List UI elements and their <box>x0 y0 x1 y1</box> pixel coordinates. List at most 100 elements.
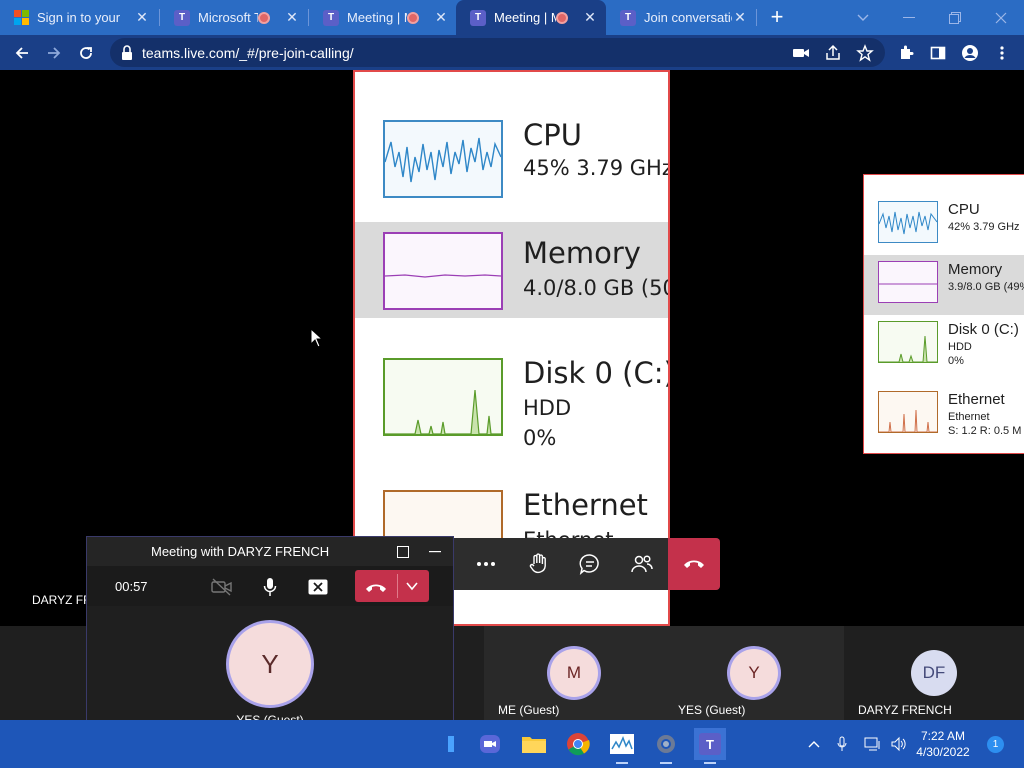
menu-kebab-icon[interactable] <box>988 39 1016 67</box>
recording-icon <box>556 11 568 24</box>
taskbar-clock[interactable]: 7:22 AM 4/30/2022 <box>910 728 976 760</box>
call-timer: 00:57 <box>115 579 148 594</box>
mini-task-manager: CPU 42% 3.79 GHz Memory 3.9/8.0 GB (49%)… <box>863 174 1024 454</box>
tab-sign-in[interactable]: Sign in to your ✕ <box>0 0 158 35</box>
recording-icon <box>258 11 270 24</box>
tab-search-icon[interactable] <box>840 0 886 35</box>
windows-taskbar: T 7:22 AM 4/30/2022 <box>0 720 1024 768</box>
tab-close-icon[interactable]: ✕ <box>582 9 598 26</box>
memory-graph <box>383 232 503 310</box>
tab-close-icon[interactable]: ✕ <box>732 9 748 26</box>
participant-name: YES (Guest) <box>678 703 746 717</box>
cpu-graph <box>383 120 503 198</box>
ethernet-label: Ethernet <box>523 488 648 522</box>
settings-icon[interactable] <box>650 728 682 764</box>
perf-item-disk: Disk 0 (C:) HDD 0% <box>355 348 670 450</box>
tab-meeting-1[interactable]: T Meeting | M ✕ <box>309 0 457 35</box>
participant-name: DARYZ FRENCH <box>858 703 952 717</box>
restore-icon[interactable] <box>932 0 978 35</box>
camera-icon[interactable] <box>792 44 810 62</box>
mini-item-disk: Disk 0 (C:) HDD 0% <box>864 315 1024 375</box>
tab-join-conversation[interactable]: T Join conversatio ✕ <box>606 0 756 35</box>
close-window-icon[interactable] <box>978 0 1024 35</box>
tab-title: Sign in to your <box>37 10 121 25</box>
maximize-icon[interactable] <box>393 542 413 562</box>
mini-item-cpu: CPU 42% 3.79 GHz <box>864 195 1024 255</box>
camera-off-icon[interactable] <box>209 574 235 600</box>
extensions-icon[interactable] <box>892 39 920 67</box>
ethernet-mini-graph <box>878 391 938 433</box>
stop-sharing-icon[interactable] <box>305 574 331 600</box>
teams-icon: T <box>174 9 190 26</box>
leave-call-split-button[interactable] <box>355 570 429 602</box>
taskbar-app-edge-icon[interactable] <box>442 728 460 760</box>
task-manager-icon[interactable] <box>606 728 638 764</box>
chevron-down-icon[interactable] <box>405 579 419 598</box>
perf-item-memory: Memory 4.0/8.0 GB (50%) <box>355 222 668 318</box>
leave-call-button[interactable] <box>668 538 720 590</box>
mini-memory-value: 3.9/8.0 GB (49%) <box>948 281 1024 293</box>
popout-title: Meeting with DARYZ FRENCH <box>151 544 330 559</box>
address-bar[interactable]: teams.live.com/_#/pre-join-calling/ <box>110 38 885 67</box>
teams-icon: T <box>470 9 486 26</box>
participant-tile-me[interactable]: M ME (Guest) <box>484 626 664 720</box>
file-explorer-icon[interactable] <box>518 728 550 760</box>
tab-close-icon[interactable]: ✕ <box>284 9 300 26</box>
minimize-icon[interactable] <box>425 542 445 562</box>
meeting-controls-bar <box>452 538 720 590</box>
url-text: teams.live.com/_#/pre-join-calling/ <box>142 45 354 61</box>
tab-close-icon[interactable]: ✕ <box>433 9 449 26</box>
tray-network-icon[interactable] <box>862 720 884 768</box>
new-tab-button[interactable]: + <box>764 4 790 30</box>
participant-name: ME (Guest) <box>498 703 560 717</box>
forward-icon[interactable] <box>40 39 68 67</box>
memory-label: Memory <box>523 236 641 270</box>
hang-up-icon <box>684 560 704 568</box>
participant-tile-yes[interactable]: Y YES (Guest) <box>664 626 844 720</box>
side-panel-icon[interactable] <box>924 39 952 67</box>
mini-cpu-value: 42% 3.79 GHz <box>948 221 1020 233</box>
popout-avatar: Y <box>229 623 311 705</box>
avatar: Y <box>730 649 778 697</box>
lock-icon[interactable] <box>120 44 138 62</box>
mouse-cursor-icon <box>310 327 324 353</box>
tab-microsoft-teams[interactable]: T Microsoft T ✕ <box>160 0 308 35</box>
avatar: DF <box>911 650 957 696</box>
disk-graph <box>383 358 503 436</box>
microphone-icon[interactable] <box>257 574 283 600</box>
mini-item-ethernet: Ethernet Ethernet S: 1.2 R: 0.5 M <box>864 385 1024 445</box>
tab-title: Meeting | M <box>347 10 407 25</box>
tray-mic-icon[interactable] <box>832 720 852 768</box>
popout-titlebar[interactable]: Meeting with DARYZ FRENCH <box>87 537 453 566</box>
mini-cpu-label: CPU <box>948 201 980 218</box>
chrome-icon[interactable] <box>562 728 594 760</box>
browser-tab-bar: Sign in to your ✕ T Microsoft T ✕ T Meet… <box>0 0 1024 35</box>
zoom-video-icon[interactable] <box>474 728 506 760</box>
raise-hand-icon[interactable] <box>522 548 554 580</box>
tray-overflow-icon[interactable] <box>804 720 824 768</box>
perf-item-cpu: CPU 45% 3.79 GHz <box>355 110 668 206</box>
microsoft-logo-icon <box>14 10 29 25</box>
avatar: M <box>550 649 598 697</box>
disk-mini-graph <box>878 321 938 363</box>
chat-icon[interactable] <box>574 548 606 580</box>
reload-icon[interactable] <box>72 39 100 67</box>
disk-value: 0% <box>523 426 557 450</box>
participants-icon[interactable] <box>626 548 658 580</box>
share-icon[interactable] <box>824 44 842 62</box>
more-options-icon[interactable] <box>470 548 502 580</box>
teams-taskbar-icon[interactable]: T <box>694 728 726 764</box>
bookmark-star-icon[interactable] <box>856 44 874 62</box>
participant-tile-daryz[interactable]: DF DARYZ FRENCH <box>844 626 1024 720</box>
tab-meeting-active[interactable]: T Meeting | M ✕ <box>456 0 606 35</box>
mini-memory-label: Memory <box>948 261 1003 278</box>
tray-volume-icon[interactable] <box>888 720 910 768</box>
disk-label: Disk 0 (C:) <box>523 356 670 390</box>
mini-disk-value: 0% <box>948 355 964 367</box>
profile-icon[interactable] <box>956 39 984 67</box>
notification-badge[interactable]: 1 <box>987 736 1004 753</box>
tab-close-icon[interactable]: ✕ <box>134 9 150 26</box>
minimize-icon[interactable] <box>886 0 932 35</box>
mini-disk-type: HDD <box>948 341 972 353</box>
back-icon[interactable] <box>8 39 36 67</box>
